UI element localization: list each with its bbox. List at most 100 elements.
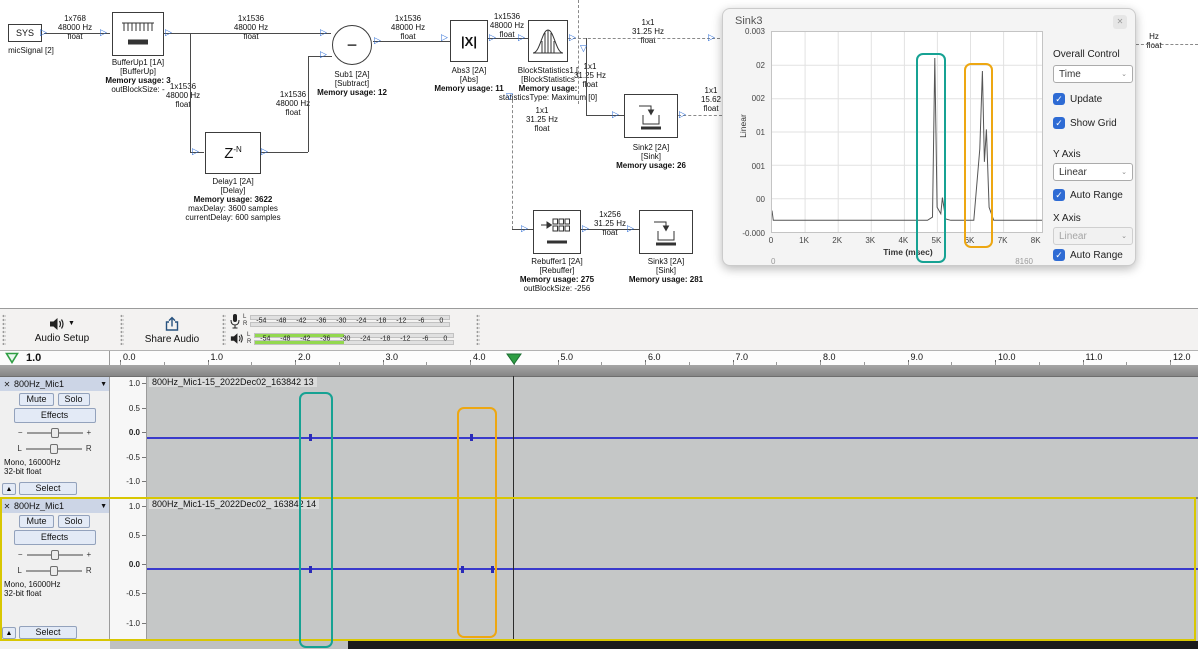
wire-label: 1x153648000 Hzfloat [383,14,433,41]
waveform-blip [470,434,473,441]
track-format-info: Mono, 16000Hz 32-bit float [0,458,109,476]
playhead-triangle[interactable] [506,353,522,365]
port-triangle-icon: ▷ [40,28,47,37]
track2-waveform-area[interactable]: 800Hz_Mic1-15_2022Dec02_ 163842 14 [147,499,1198,641]
timeline-ruler-scale[interactable]: 0.01.02.03.04.05.06.07.08.09.010.011.012… [110,351,1198,365]
toolbar-grip[interactable] [2,314,6,345]
pinned-playhead-icon[interactable] [5,352,19,364]
mute-button[interactable]: Mute [19,515,53,528]
solo-button[interactable]: Solo [58,515,90,528]
meter-scale-label: 0 [432,317,450,324]
track1-title-bar[interactable]: ✕ 800Hz_Mic1 ▼ [0,377,109,391]
bottom-edge-strip [0,641,1198,649]
timeline-left-label: 1.0 [26,352,41,364]
solo-button[interactable]: Solo [58,393,90,406]
x-axis-title: Time (msec) [863,247,953,257]
close-icon[interactable]: ✕ [1113,15,1127,29]
effects-button[interactable]: Effects [14,408,96,423]
sink2-block[interactable] [624,94,678,138]
rebuffer-block[interactable] [533,210,581,254]
blockstatistics-block[interactable] [528,20,568,62]
track1-vertical-ruler[interactable]: 1.00.50.0-0.5-1.0 [110,377,147,497]
collapse-button[interactable]: ▲ [2,483,16,495]
display-mode-dropdown[interactable]: Time ⌄ [1053,65,1133,83]
gain-slider[interactable] [27,550,83,560]
effects-button[interactable]: Effects [14,530,96,545]
wire-label: 1x131.25 Hzfloat [620,18,676,45]
toolbar-grip[interactable] [120,314,124,345]
amplitude-tick [142,481,146,482]
abs-block[interactable]: |X| [450,20,488,62]
select-button[interactable]: Select [19,482,77,495]
playback-cursor-line [513,376,514,640]
sys-block[interactable]: SYS [8,24,42,42]
delay-caption: Delay1 [2A] [Delay] Memory usage: 3622 m… [168,177,298,222]
slider-thumb[interactable] [50,566,58,576]
block-diagram-canvas: SYS micSignal [2] BufferUp1 [1A] [Buffer… [0,0,1198,308]
timeline-label: 11.0 [1086,352,1103,362]
share-audio-button[interactable]: Share Audio [128,311,216,349]
track1-waveform-area[interactable]: 800Hz_Mic1-15_2022Dec02_163842 13 [147,377,1198,497]
toolbar-grip[interactable] [476,314,480,345]
gain-slider[interactable] [27,428,83,438]
port-triangle-down-icon: ▽ [580,44,587,53]
meter-scale-label: -48 [272,317,290,324]
track1-control-panel: ✕ 800Hz_Mic1 ▼ Mute Solo Effects − + L R [0,377,110,497]
recording-meter[interactable]: LR -54-48-42-36-30-24-18-12-60 [230,312,450,329]
meter-scale-label: 0 [436,335,454,342]
update-checkbox[interactable]: ✓ Update [1053,93,1102,105]
subtract-block[interactable]: − [332,25,372,65]
waveform-zero-line [147,437,1198,439]
wire-label: 1x153648000 Hzfloat [268,90,318,117]
check-icon: ✓ [1053,249,1065,261]
waveform-blip [491,566,494,573]
recording-meter-scale: -54-48-42-36-30-24-18-12-60 [250,313,450,329]
toolbar-grip[interactable] [222,314,226,345]
bufferup-block[interactable] [112,12,164,56]
x-axis-tick: 4K [892,236,914,245]
meter-scale-label: -6 [416,335,434,342]
amplitude-label: 0.0 [129,428,140,437]
close-icon[interactable]: ✕ [2,380,12,389]
y-scale-dropdown[interactable]: Linear ⌄ [1053,163,1133,181]
port-triangle-icon: ▷ [489,33,496,42]
x-scale-dropdown[interactable]: Linear ⌄ [1053,227,1133,245]
meter-scale-label: -48 [276,335,294,342]
slider-thumb[interactable] [50,444,58,454]
show-grid-checkbox[interactable]: ✓ Show Grid [1053,117,1117,129]
port-triangle-icon: ▷ [679,110,686,119]
port-triangle-icon: ▷ [518,33,525,42]
playback-meter[interactable]: LR -54-48-42-36-30-24-18-12-60 [230,330,454,347]
histogram-bell-icon [531,24,565,58]
mute-button[interactable]: Mute [19,393,53,406]
slider-thumb[interactable] [51,550,59,560]
collapse-button[interactable]: ▲ [2,627,16,639]
meter-scale-label: -30 [332,317,350,324]
track2-vertical-ruler[interactable]: 1.00.50.0-0.5-1.0 [110,499,147,641]
timeline-left-cell[interactable]: 1.0 [0,351,110,365]
caret-down-icon[interactable]: ▼ [100,381,107,388]
sink3-block[interactable] [639,210,693,254]
sink3-y-ticks: 0.003020020100100-0.000 [723,31,767,233]
track2-title-bar[interactable]: ✕ 800Hz_Mic1 ▼ [0,499,109,513]
pan-slider[interactable] [26,566,82,576]
port-triangle-icon: ▷ [165,28,172,37]
delay-block[interactable]: Z-N [205,132,261,174]
sink3-caption: Sink3 [2A] [Sink] Memory usage: 281 [611,257,721,284]
x-auto-range-checkbox[interactable]: ✓ Auto Range [1053,249,1123,261]
wire [308,56,309,152]
close-icon[interactable]: ✕ [2,502,12,511]
audio-setup-button[interactable]: ▼ Audio Setup [10,311,114,349]
y-auto-range-checkbox[interactable]: ✓ Auto Range [1053,189,1123,201]
waveform-blip [461,566,464,573]
slider-thumb[interactable] [51,428,59,438]
pan-slider[interactable] [26,444,82,454]
caret-down-icon[interactable]: ▼ [100,503,107,510]
wire-label: 1x153648000 Hzfloat [226,14,276,41]
sink3-plot-area[interactable] [771,31,1043,233]
y-axis-tick: 0.003 [745,27,765,36]
port-triangle-icon: ▷ [100,28,107,37]
pan-right-label: R [86,566,92,575]
select-button[interactable]: Select [19,626,77,639]
timeline-scrub-band[interactable] [0,365,1198,377]
